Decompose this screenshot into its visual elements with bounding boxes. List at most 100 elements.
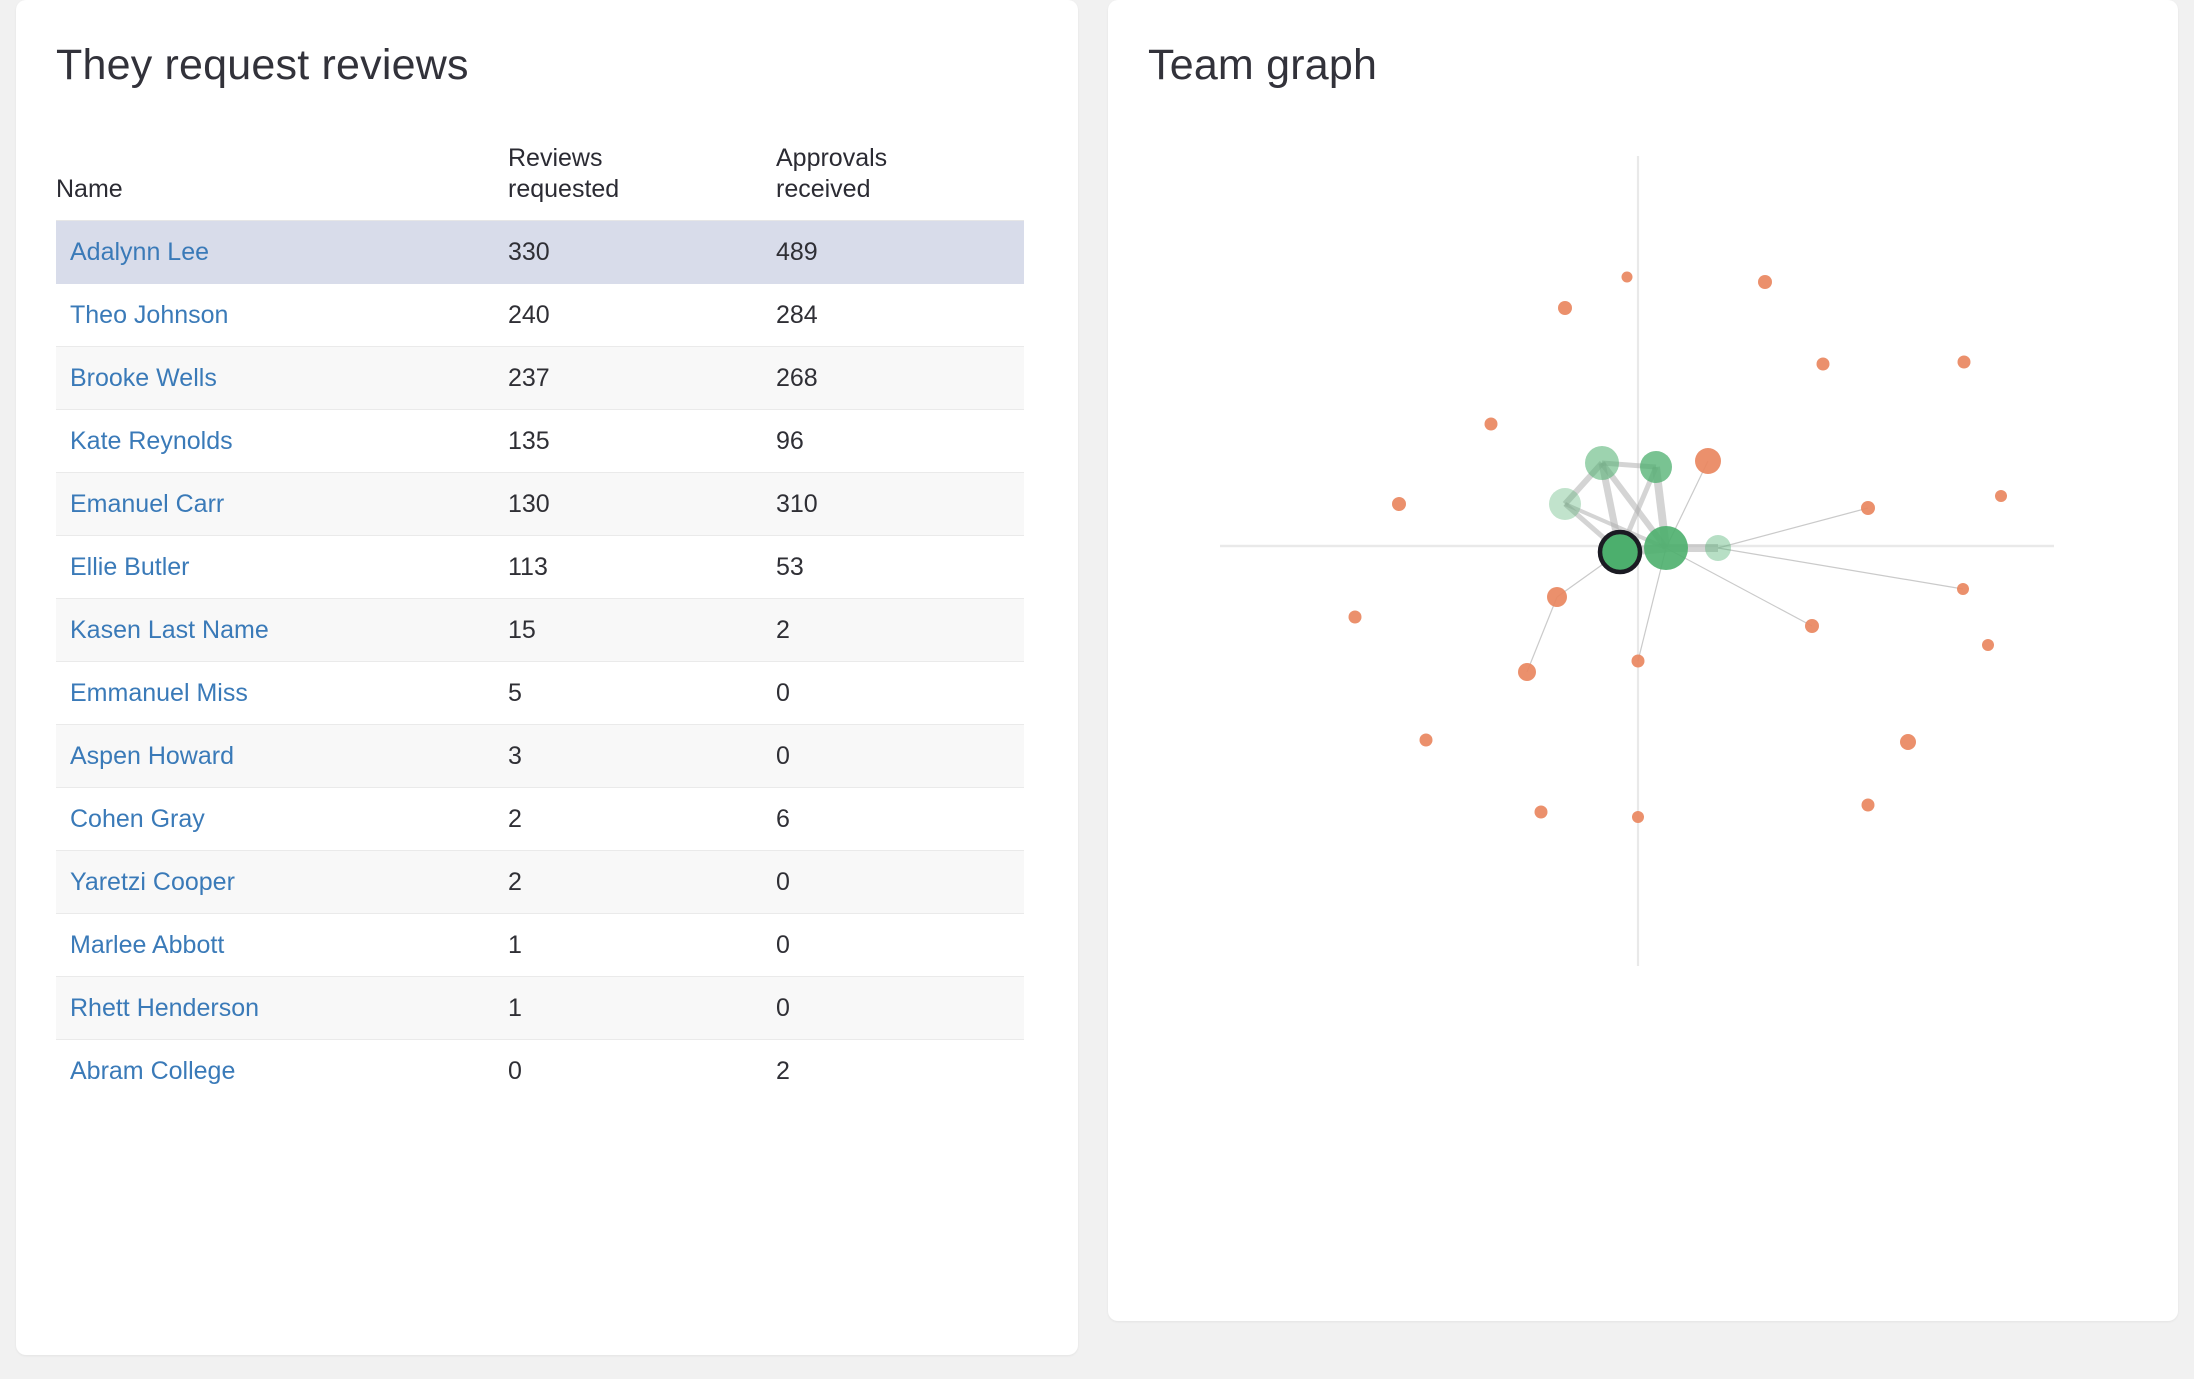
table-row[interactable]: Brooke Wells 237 268 [56, 346, 1024, 411]
table-row[interactable]: Emanuel Carr 130 310 [56, 472, 1024, 537]
external-contact-node[interactable] [1547, 587, 1567, 607]
column-header-approvals-received[interactable]: Approvals received [776, 143, 1024, 222]
team-member-node[interactable] [1705, 535, 1731, 561]
table-row[interactable]: Adalynn Lee 330 489 [56, 220, 1024, 285]
cell-reviews-requested: 5 [508, 661, 776, 726]
cell-reviews-requested: 135 [508, 409, 776, 474]
cell-approvals-received: 53 [776, 535, 1024, 600]
person-link[interactable]: Kate Reynolds [70, 427, 233, 455]
external-contact-node[interactable] [1957, 583, 1969, 595]
cell-name: Rhett Henderson [56, 976, 508, 1041]
graph-edge [1526, 596, 1558, 673]
person-link[interactable]: Brooke Wells [70, 364, 217, 392]
table-row[interactable]: Emmanuel Miss 5 0 [56, 661, 1024, 726]
column-header-approvals-line1: Approvals [776, 144, 888, 173]
external-contact-node[interactable] [1861, 798, 1875, 812]
table-row[interactable]: Yaretzi Cooper 2 0 [56, 850, 1024, 915]
external-contact-node[interactable] [1621, 271, 1633, 283]
person-link[interactable]: Emanuel Carr [70, 490, 224, 518]
external-contact-node[interactable] [1632, 811, 1644, 823]
cell-name: Yaretzi Cooper [56, 850, 508, 915]
cell-approvals-received: 2 [776, 598, 1024, 663]
cell-approvals-received: 96 [776, 409, 1024, 474]
person-link[interactable]: Aspen Howard [70, 742, 234, 770]
person-link[interactable]: Emmanuel Miss [70, 679, 248, 707]
team-member-node[interactable] [1644, 526, 1688, 570]
table-row[interactable]: Theo Johnson 240 284 [56, 283, 1024, 348]
external-contact-node[interactable] [1392, 497, 1406, 511]
column-header-approvals-line2: received [776, 174, 871, 203]
cell-name: Brooke Wells [56, 346, 508, 411]
external-contact-node[interactable] [1631, 654, 1645, 668]
person-link[interactable]: Kasen Last Name [70, 616, 269, 644]
column-header-name-line2: Name [56, 174, 123, 203]
review-table-wrapper: Name Reviews requested Approvals receive… [56, 143, 1038, 1103]
team-member-node[interactable] [1640, 451, 1672, 483]
external-contact-node[interactable] [1816, 357, 1830, 371]
cell-approvals-received: 310 [776, 472, 1024, 537]
cell-reviews-requested: 330 [508, 220, 776, 285]
external-contact-node[interactable] [1805, 619, 1819, 633]
team-graph-canvas[interactable] [1108, 96, 2178, 1321]
table-row[interactable]: Rhett Henderson 1 0 [56, 976, 1024, 1041]
table-row[interactable]: Ellie Butler 113 53 [56, 535, 1024, 600]
person-link[interactable]: Theo Johnson [70, 301, 228, 329]
team-graph-svg[interactable] [1108, 96, 2178, 1321]
table-row[interactable]: Kasen Last Name 15 2 [56, 598, 1024, 663]
external-contact-node[interactable] [1518, 663, 1536, 681]
cell-name: Kasen Last Name [56, 598, 508, 663]
person-link[interactable]: Rhett Henderson [70, 994, 259, 1022]
column-header-name-line1 [56, 143, 508, 174]
external-contact-node[interactable] [1348, 610, 1362, 624]
team-graph-title: Team graph [1148, 41, 1378, 89]
external-contact-node[interactable] [1982, 639, 1994, 651]
table-row[interactable]: Abram College 0 2 [56, 1039, 1024, 1103]
cell-name: Emmanuel Miss [56, 661, 508, 726]
cell-reviews-requested: 1 [508, 976, 776, 1041]
external-contact-node[interactable] [1758, 275, 1772, 289]
team-member-node[interactable] [1585, 446, 1619, 480]
external-contact-node[interactable] [1484, 417, 1498, 431]
cell-reviews-requested: 237 [508, 346, 776, 411]
table-body: Adalynn Lee 330 489 Theo Johnson 240 284 Brook… [56, 220, 1024, 1103]
cell-name: Ellie Butler [56, 535, 508, 600]
person-link[interactable]: Abram College [70, 1057, 235, 1085]
person-link[interactable]: Adalynn Lee [70, 238, 209, 266]
cell-reviews-requested: 0 [508, 1057, 522, 1086]
cell-approvals-received: 0 [776, 724, 1024, 789]
external-contact-node[interactable] [1558, 301, 1572, 315]
external-contact-node[interactable] [1534, 805, 1548, 819]
external-contact-node[interactable] [1995, 490, 2007, 502]
cell-approvals-received: 6 [776, 787, 1024, 852]
person-link[interactable]: Marlee Abbott [70, 931, 224, 959]
cell-approvals-received: 284 [776, 283, 1024, 348]
cell-approvals-received: 0 [776, 850, 1024, 915]
external-contact-node[interactable] [1695, 448, 1721, 474]
external-contact-node[interactable] [1419, 733, 1433, 747]
team-member-node-selected[interactable] [1597, 529, 1643, 575]
cell-approvals-received: 0 [776, 976, 1024, 1041]
table-row[interactable]: Kate Reynolds 135 96 [56, 409, 1024, 474]
table-header-row: Name Reviews requested Approvals receive… [56, 143, 1024, 222]
external-contact-node[interactable] [1957, 355, 1971, 369]
graph-edge [1717, 547, 1964, 590]
graph-edge [1717, 507, 1869, 549]
column-header-name[interactable]: Name [56, 143, 508, 222]
external-contact-node[interactable] [1861, 501, 1875, 515]
team-member-node[interactable] [1549, 488, 1581, 520]
cell-approvals-received: 489 [776, 220, 1024, 285]
person-link[interactable]: Ellie Butler [70, 553, 190, 581]
person-link[interactable]: Yaretzi Cooper [70, 868, 235, 896]
table-row[interactable]: Marlee Abbott 1 0 [56, 913, 1024, 978]
cell-reviews-requested: 15 [508, 598, 776, 663]
column-header-reviews-requested[interactable]: Reviews requested [508, 143, 776, 222]
cell-name: Marlee Abbott [56, 913, 508, 978]
table-row[interactable]: Aspen Howard 3 0 [56, 724, 1024, 789]
external-contact-node[interactable] [1900, 734, 1916, 750]
cell-name: Abram College [56, 1040, 508, 1103]
table-header: Name Reviews requested Approvals receive… [56, 143, 1024, 222]
cell-reviews-requested: 2 [508, 850, 776, 915]
person-link[interactable]: Cohen Gray [70, 805, 205, 833]
table-row[interactable]: Cohen Gray 2 6 [56, 787, 1024, 852]
cell-reviews-requested: 3 [508, 724, 776, 789]
